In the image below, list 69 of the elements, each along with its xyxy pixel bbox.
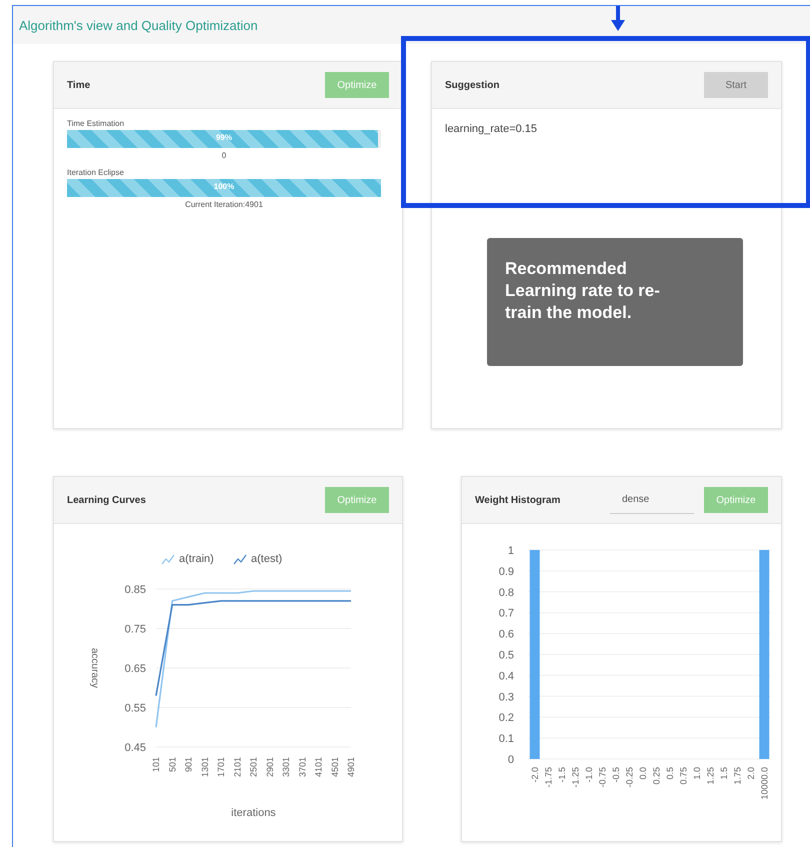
y-tick-label: 0.7 bbox=[498, 608, 514, 620]
legend-line-icon[interactable] bbox=[234, 554, 246, 564]
x-tick-label: 0.0 bbox=[638, 767, 648, 780]
optimize-button[interactable]: Optimize bbox=[325, 72, 389, 98]
x-tick-label: 1.0 bbox=[692, 767, 702, 780]
y-tick-label: 0.45 bbox=[124, 742, 146, 754]
x-tick-label: 0.25 bbox=[651, 767, 662, 785]
y-tick-label: 0.2 bbox=[498, 712, 514, 724]
x-tick-label: 4901 bbox=[346, 757, 356, 778]
x-tick-label: 4101 bbox=[314, 757, 324, 778]
y-tick-label: 0.55 bbox=[124, 702, 146, 714]
x-tick-label: 2.0 bbox=[746, 767, 756, 780]
suggestion-text: learning_rate=0.15 bbox=[445, 123, 538, 135]
x-tick-label: 0.5 bbox=[664, 767, 675, 780]
x-tick-label: 1.5 bbox=[718, 767, 729, 780]
progress-percent: 99% bbox=[214, 133, 233, 142]
y-tick-label: 0 bbox=[508, 754, 514, 766]
x-tick-label: 1.25 bbox=[705, 767, 716, 785]
x-tick-label: 901 bbox=[184, 757, 194, 772]
y-tick-label: 0.85 bbox=[124, 584, 146, 596]
x-tick-label: -0.25 bbox=[624, 767, 634, 788]
x-tick-label: -0.5 bbox=[610, 767, 621, 783]
y-tick-label: 0.1 bbox=[498, 733, 514, 746]
page-title: Algorithm's view and Quality Optimization bbox=[19, 18, 258, 32]
legend-label[interactable]: a(train) bbox=[179, 553, 214, 565]
x-tick-label: -2.0 bbox=[530, 767, 540, 783]
progress-caption: 0 bbox=[220, 151, 228, 160]
x-tick-label: 101 bbox=[151, 757, 161, 772]
x-tick-label: 1701 bbox=[216, 757, 226, 778]
down-arrow-icon bbox=[611, 6, 625, 32]
x-tick-label: 501 bbox=[167, 757, 178, 772]
card-title: Weight Histogram bbox=[475, 494, 562, 506]
x-tick-label: 2901 bbox=[264, 757, 275, 778]
x-axis-title: iterations bbox=[231, 807, 276, 819]
progress-label: Iteration Eclipse bbox=[67, 168, 125, 177]
y-tick-label: 0.8 bbox=[498, 586, 514, 599]
x-tick-label: 3701 bbox=[297, 757, 308, 778]
y-tick-label: 0.3 bbox=[498, 691, 514, 704]
x-tick-label: 2101 bbox=[232, 757, 242, 778]
x-tick-label: 1.75 bbox=[732, 767, 742, 785]
y-tick-label: 0.4 bbox=[498, 670, 514, 682]
y-tick-label: 1 bbox=[508, 545, 514, 557]
y-tick-label: 0.65 bbox=[124, 663, 146, 675]
x-tick-label: 2501 bbox=[248, 757, 258, 778]
x-tick-label: -0.75 bbox=[597, 767, 608, 788]
x-tick-label: 4501 bbox=[330, 757, 340, 778]
x-tick-label: -1.25 bbox=[570, 767, 580, 788]
card-title: Learning Curves bbox=[67, 494, 147, 506]
y-tick-label: 0.9 bbox=[498, 566, 514, 578]
card-title: Time bbox=[67, 80, 92, 90]
optimize-button[interactable]: Optimize bbox=[704, 487, 768, 513]
progress-label: Time Estimation bbox=[67, 119, 126, 128]
x-tick-label: -1.75 bbox=[543, 767, 554, 788]
y-tick-label: 0.75 bbox=[124, 624, 146, 636]
progress-percent: 100% bbox=[212, 182, 236, 191]
card-title: Suggestion bbox=[445, 80, 500, 90]
callout-text: Recommended Learning rate to re-train the model. bbox=[505, 258, 661, 324]
optimize-button[interactable]: Optimize bbox=[325, 487, 389, 513]
x-tick-label: 1301 bbox=[200, 757, 210, 778]
x-tick-label: 3301 bbox=[281, 757, 291, 778]
x-tick-label: 0.75 bbox=[678, 767, 688, 785]
y-tick-label: 0.5 bbox=[498, 650, 514, 662]
y-axis-title: accuracy bbox=[89, 648, 100, 688]
legend-label[interactable]: a(test) bbox=[251, 553, 282, 565]
x-tick-label: -1.0 bbox=[584, 767, 594, 783]
x-tick-label: -1.5 bbox=[556, 767, 567, 783]
x-tick-label: 10000.0 bbox=[759, 767, 770, 800]
y-tick-label: 0.6 bbox=[498, 628, 514, 641]
progress-caption: Current Iteration:4901 bbox=[184, 200, 264, 209]
